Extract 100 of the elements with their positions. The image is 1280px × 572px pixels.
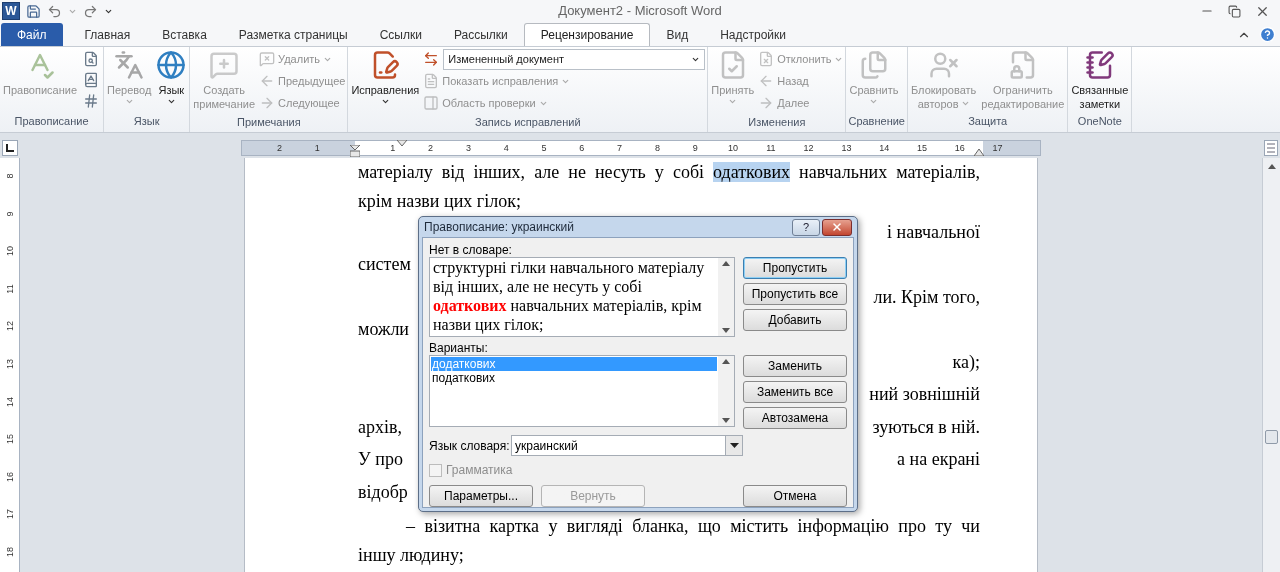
ribbon-button[interactable]: Связанные заметки — [1069, 47, 1131, 113]
field-label: Варианты: — [429, 340, 489, 355]
vertical-scrollbar[interactable] — [1262, 158, 1280, 572]
ruler-number: 9 — [4, 210, 16, 219]
ruler-number: 2 — [427, 142, 435, 154]
ribbon-button[interactable]: Язык — [154, 47, 189, 113]
ruler-icon — [1267, 143, 1275, 153]
scroll-up-icon[interactable] — [722, 261, 730, 266]
ruler-number: 3 — [464, 142, 472, 154]
document-text: ка); — [952, 350, 980, 374]
suggestion-item[interactable]: податкових — [431, 371, 717, 385]
close-icon — [831, 221, 843, 233]
caret-icon — [869, 97, 879, 106]
restore-icon[interactable] — [1228, 4, 1241, 18]
document-text: – візитна картка у вигляді бланка, що містить інформацію про ту чи — [405, 515, 980, 538]
ribbon-tab[interactable]: Рецензирование — [523, 23, 651, 46]
document-text: У про — [358, 448, 403, 472]
close-button[interactable] — [822, 218, 852, 236]
indent-marker-icon[interactable] — [397, 140, 407, 146]
scrollbar-thumb[interactable] — [1265, 430, 1278, 444]
document-text: і навчальної — [887, 220, 980, 244]
suggestions-list[interactable]: додаткових податкових — [429, 355, 735, 427]
ruler-number: 1 — [389, 142, 397, 154]
ruler-number: 11 — [4, 283, 16, 296]
document-text: крім назви цих гілок; — [358, 190, 522, 213]
save-icon[interactable] — [26, 3, 41, 19]
dialog-button[interactable]: Заменить все — [743, 381, 847, 403]
caret-icon — [166, 97, 176, 106]
indent-marker-icon[interactable] — [350, 145, 360, 157]
document-text: архів, — [358, 415, 402, 439]
ruler-number: 11 — [765, 142, 777, 154]
dialog-button[interactable]: Пропустить все — [743, 283, 847, 305]
ruler-number: 15 — [4, 433, 16, 447]
ruler-number: 12 — [802, 142, 815, 154]
tab-stop-icon — [6, 144, 14, 152]
ruler-number: 17 — [4, 508, 16, 522]
tab-selector-button[interactable] — [2, 140, 18, 156]
group-label: Защита — [967, 114, 1009, 130]
ribbon-tab[interactable]: Файл — [1, 23, 63, 46]
field-label: Нет в словаре: — [429, 242, 513, 257]
document-text: можли — [358, 318, 409, 342]
dialog-button[interactable]: Параметры... — [429, 485, 533, 507]
ribbon-tab[interactable]: Вставка — [146, 23, 223, 46]
user-block-icon — [928, 50, 959, 80]
panel-icon — [423, 95, 440, 111]
ribbon-button[interactable]: Исправления — [349, 47, 422, 113]
window-title: Документ2 - Microsoft Word — [557, 2, 723, 21]
globe-icon — [156, 50, 187, 80]
ruler-number: 8 — [653, 142, 661, 154]
document-text: відобр — [358, 480, 408, 504]
help-icon[interactable] — [1259, 26, 1276, 43]
comment-delete-icon — [259, 51, 276, 67]
ruler-number: 9 — [691, 142, 699, 154]
dialog-button[interactable]: Пропустить — [743, 257, 847, 279]
dialog-button[interactable]: Автозамена — [743, 407, 847, 429]
indent-marker-icon[interactable] — [974, 149, 984, 156]
ruler-number: 15 — [916, 142, 928, 154]
ruler-number: 14 — [878, 142, 891, 154]
document-text: іншу людину; — [358, 544, 465, 567]
hash-icon — [83, 92, 100, 109]
ruler-number: 8 — [4, 172, 16, 181]
scroll-up-icon[interactable] — [1267, 164, 1276, 169]
ribbon-tab[interactable]: Разметка страницы — [222, 23, 364, 46]
swap-icon — [423, 51, 440, 67]
caret-icon — [960, 99, 970, 108]
ruler-number: 4 — [502, 142, 510, 154]
language-dropdown[interactable]: украинский — [511, 435, 743, 456]
dialog-button[interactable]: Добавить — [743, 309, 847, 331]
group-label: Примечания — [236, 115, 302, 130]
ribbon-tab[interactable]: Рассылки — [437, 23, 524, 46]
dialog-button[interactable]: Заменить — [743, 355, 847, 377]
document-text: зуються в ній. — [872, 415, 980, 439]
markup-mode-dropdown[interactable]: Измененный документ — [443, 48, 706, 70]
undo-icon[interactable] — [47, 3, 62, 19]
scroll-up-icon[interactable] — [722, 359, 730, 364]
ruler-number: 16 — [4, 470, 16, 484]
comment-add-icon — [209, 50, 240, 80]
redo-icon[interactable] — [83, 3, 98, 19]
ribbon-tab[interactable]: Ссылки — [363, 23, 438, 46]
ruler-number: 12 — [4, 320, 16, 334]
document-text: матеріалу від інших, але не несуть у собі одаткових навчальних матеріалів, — [358, 161, 980, 184]
group-label: Язык — [132, 114, 161, 130]
caret-icon — [124, 97, 134, 106]
ribbon-tab[interactable]: Вид — [650, 23, 705, 46]
dropdown-arrow-icon — [729, 443, 739, 448]
document-text: а на екрані — [897, 448, 980, 472]
app-logo[interactable]: W — [2, 2, 20, 20]
help-button[interactable]: ? — [792, 218, 820, 236]
document-text: ний зовнішній — [869, 383, 980, 407]
scroll-down-icon[interactable] — [722, 418, 730, 423]
document-text: ли. Крім того, — [873, 285, 980, 309]
sentence-box[interactable]: структурні гілки навчального матеріалу від інших, але не несуть у собі одаткових навчальних матеріалів, крім назви цих гілок; — [429, 257, 735, 337]
ruler-number: 13 — [840, 142, 853, 154]
ruler-number: 10 — [4, 245, 16, 259]
dialog-button[interactable]: Отмена — [743, 485, 847, 507]
ribbon-tab[interactable]: Главная — [68, 23, 147, 46]
ruler-number: 17 — [991, 142, 1004, 154]
ribbon-tab[interactable]: Надстройки — [704, 23, 803, 46]
scroll-down-icon[interactable] — [722, 328, 730, 333]
ruler-number: 16 — [953, 142, 966, 154]
